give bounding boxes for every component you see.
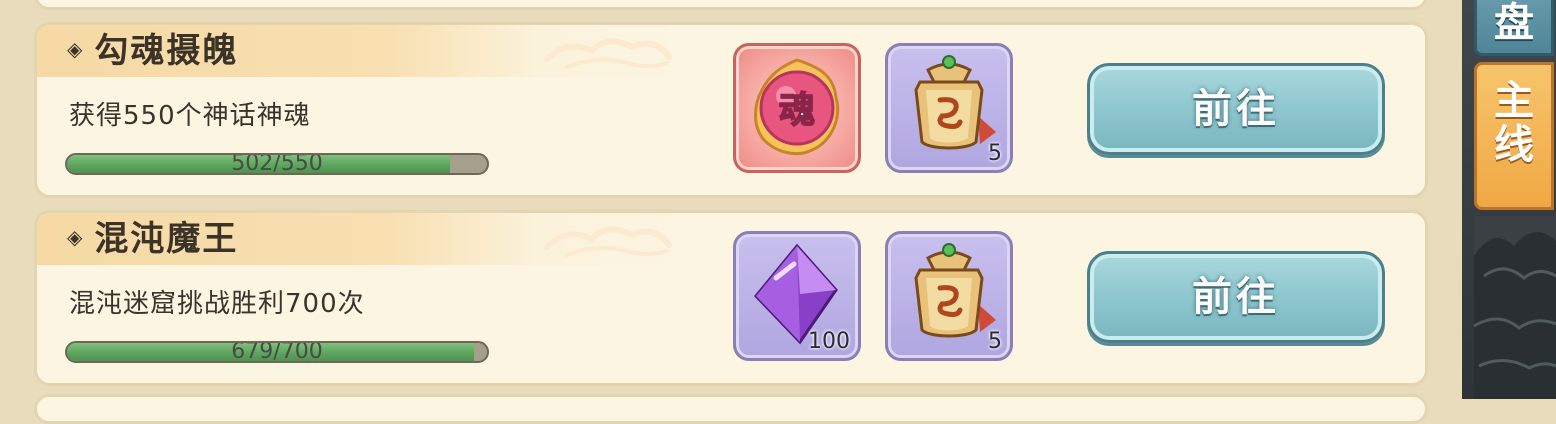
reward-quantity: 100 (808, 329, 850, 354)
progress-text: 679/700 (231, 341, 323, 363)
tab-label: 盘 (1494, 0, 1534, 46)
go-button[interactable]: 前往 (1087, 63, 1385, 155)
cloud-decoration-icon (544, 226, 672, 257)
task-title: ◈ 勾魂摄魄 (67, 25, 238, 77)
cloud-decoration-icon (544, 38, 672, 69)
diamond-bullet-icon: ◈ (67, 36, 85, 61)
reward-item[interactable]: 5 (885, 43, 1013, 173)
reward-item[interactable]: 100 (733, 231, 861, 361)
task-title: ◈ 混沌魔王 (67, 213, 238, 265)
go-button[interactable]: 前往 (1087, 251, 1385, 343)
task-panel: ◈ 勾魂摄魄 获得550个神话神魂 502/550 魂 5 前往 ◈ 混沌魔王 … (0, 0, 1462, 424)
tab-label: 线 (1494, 122, 1534, 168)
task-card-partial-top (34, 0, 1428, 10)
tab-partial-top[interactable]: 盘 (1474, 0, 1554, 56)
task-card: ◈ 勾魂摄魄 获得550个神话神魂 502/550 魂 5 前往 (34, 22, 1428, 198)
soul-orb-icon: 魂 (754, 58, 840, 156)
task-description: 获得550个神话神魂 (69, 101, 311, 131)
svg-text:魂: 魂 (779, 90, 815, 131)
reward-item[interactable]: 魂 (733, 43, 861, 173)
progress-text: 502/550 (231, 153, 323, 175)
task-description: 混沌迷窟挑战胜利700次 (69, 289, 365, 319)
task-card: ◈ 混沌魔王 混沌迷窟挑战胜利700次 679/700 100 5 前往 (34, 210, 1428, 386)
reward-item[interactable]: 5 (885, 231, 1013, 361)
reward-quantity: 5 (988, 329, 1002, 354)
tab-main-line[interactable]: 主 线 (1474, 62, 1554, 210)
progress-bar: 502/550 (65, 153, 489, 175)
reward-quantity: 5 (988, 141, 1002, 166)
tab-label: 主 (1494, 78, 1534, 124)
diamond-bullet-icon: ◈ (67, 224, 85, 249)
ink-mountain-decoration (1474, 216, 1556, 399)
progress-bar: 679/700 (65, 341, 489, 363)
